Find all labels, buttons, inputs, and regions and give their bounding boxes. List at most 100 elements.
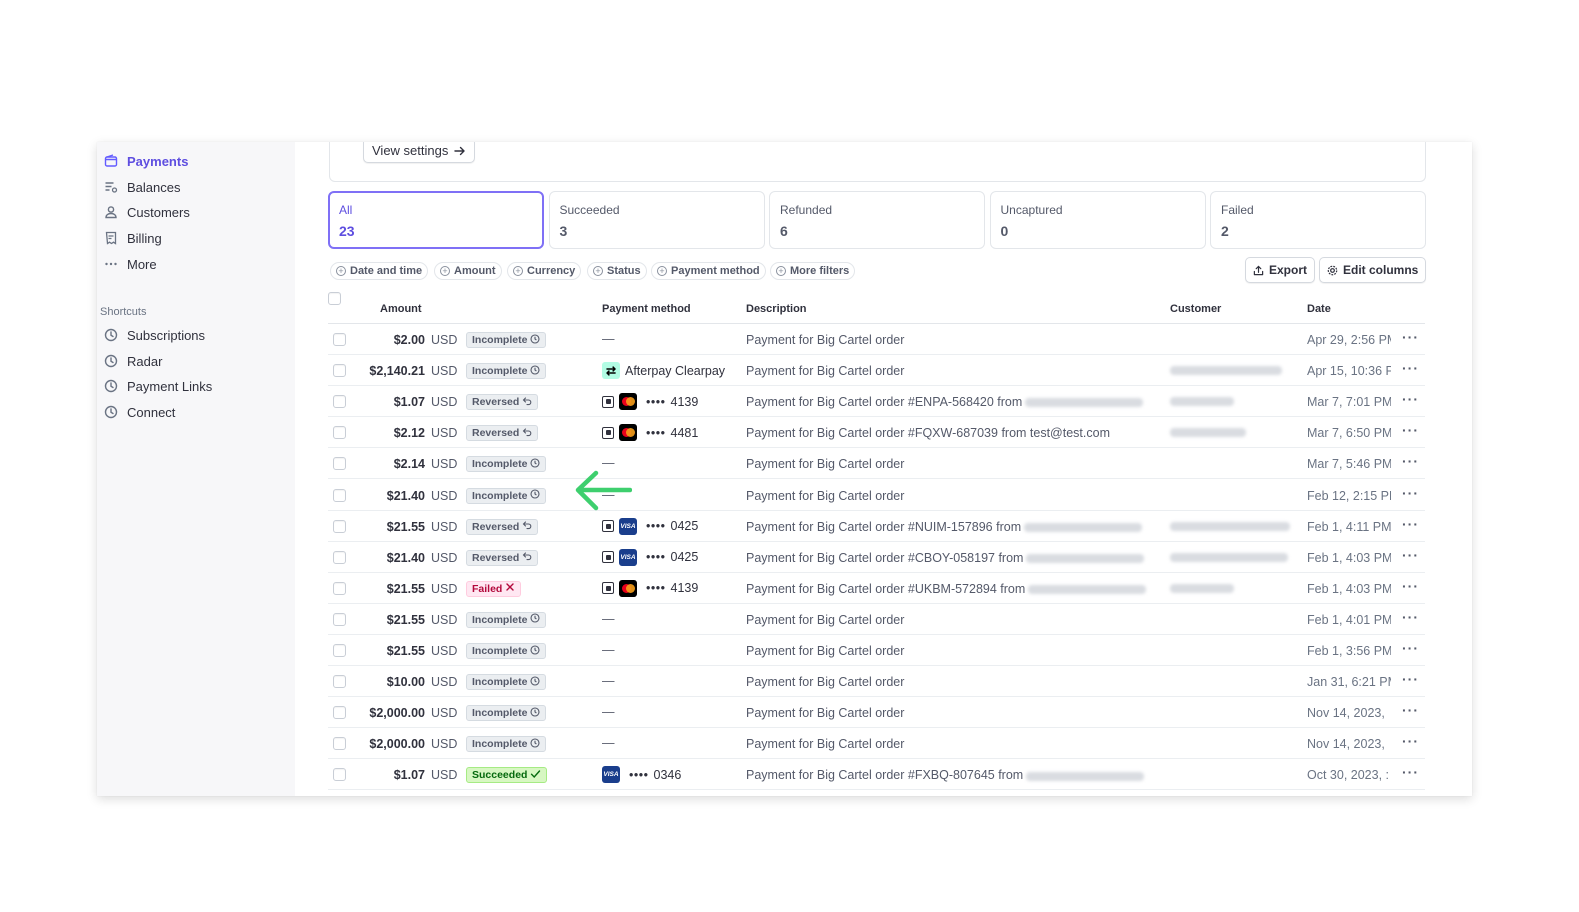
row-checkbox[interactable] [333, 581, 346, 595]
description-text: Payment for Big Cartel order #FXBQ-80764… [746, 768, 1024, 783]
filter-date-and-time[interactable]: + Date and time [330, 262, 429, 280]
shortcut-subscriptions[interactable]: Subscriptions [103, 324, 205, 346]
row-checkbox[interactable] [333, 768, 346, 782]
table-row[interactable]: $21.40 USD Reversed VISA •••• 0425 Payment for… [328, 542, 1425, 573]
table-row[interactable]: $1.07 USD Reversed •••• 4139 Payment for Big … [328, 386, 1425, 418]
status-tab-uncaptured[interactable]: Uncaptured 0 [989, 191, 1206, 249]
row-checkbox[interactable] [333, 644, 346, 657]
filter-currency[interactable]: + Currency [507, 262, 582, 280]
sidebar-item-customers[interactable]: Customers [103, 201, 190, 223]
row-actions-icon[interactable]: ··· [1402, 547, 1419, 563]
redacted-customer[interactable] [1170, 366, 1282, 376]
row-checkbox[interactable] [333, 426, 346, 440]
redacted-customer[interactable] [1170, 397, 1234, 407]
table-row[interactable]: $2.12 USD Reversed •••• 4481 Payment for Big … [328, 417, 1425, 449]
shortcut-payment-links[interactable]: Payment Links [103, 375, 212, 397]
row-actions-icon[interactable]: ··· [1402, 609, 1419, 625]
description-text: Payment for Big Cartel order #UKBM-57289… [746, 581, 1026, 596]
row-checkbox[interactable] [333, 519, 346, 533]
amount: $2.00 [393, 333, 425, 347]
redacted-customer[interactable] [1170, 428, 1246, 438]
export-button[interactable]: Export [1245, 257, 1316, 283]
sidebar-item-balances[interactable]: Balances [103, 176, 180, 198]
view-settings-button[interactable]: View settings [363, 142, 476, 163]
filter-amount[interactable]: + Amount [434, 262, 502, 280]
table-row[interactable]: $2.14 USD Incomplete — Payment for Big Carte… [328, 448, 1425, 480]
status-tab-succeeded[interactable]: Succeeded 3 [548, 191, 765, 249]
row-actions-icon[interactable]: ··· [1402, 578, 1419, 594]
row-checkbox[interactable] [333, 550, 346, 564]
row-checkbox[interactable] [333, 333, 346, 346]
sidebar-item-more[interactable]: More [103, 253, 157, 275]
column-description[interactable]: Description [746, 303, 807, 315]
row-actions-icon[interactable]: ··· [1402, 360, 1419, 376]
table-row[interactable]: $21.55 USD Incomplete — Payment for Big Cart… [328, 604, 1425, 635]
table-row[interactable]: $2,000.00 USD Incomplete — Payment for Big C… [328, 728, 1425, 760]
column-payment-method[interactable]: Payment method [602, 303, 691, 315]
sidebar-item-payments[interactable]: Payments [103, 150, 188, 172]
table-row[interactable]: $21.55 USD Failed •••• 4139 Payment for Big C… [328, 573, 1425, 604]
redacted-customer[interactable] [1170, 521, 1290, 531]
filter-status[interactable]: + Status [587, 262, 647, 280]
filter-more-filters[interactable]: + More filters [770, 262, 856, 280]
filter-payment-method[interactable]: + Payment method [651, 262, 766, 280]
table-row[interactable]: $21.55 USD Incomplete — Payment for Big Cart… [328, 635, 1425, 666]
select-all-checkbox[interactable] [328, 292, 341, 305]
description-text: Payment for Big Cartel order [746, 737, 905, 752]
row-actions-icon[interactable]: ··· [1402, 453, 1419, 469]
column-date[interactable]: Date [1307, 303, 1331, 315]
status-tab-all[interactable]: All 23 [328, 191, 544, 249]
status-badge: Incomplete [466, 674, 547, 691]
column-customer[interactable]: Customer [1170, 303, 1221, 315]
description: Payment for Big Cartel order #UKBM-57289… [746, 581, 1147, 596]
row-checkbox[interactable] [333, 395, 346, 409]
table-row[interactable]: $10.00 USD Incomplete — Payment for Big Cart… [328, 666, 1425, 698]
export-label: Export [1269, 263, 1308, 277]
shortcut-connect[interactable]: Connect [103, 401, 175, 423]
card-last4: 4139 [670, 394, 699, 409]
payments-table: Amount Payment method Description Custom… [328, 292, 1425, 796]
column-amount[interactable]: Amount [380, 303, 422, 315]
row-actions-icon[interactable]: ··· [1402, 422, 1419, 438]
card-last4: 0425 [670, 550, 699, 565]
row-actions-icon[interactable]: ··· [1402, 764, 1419, 780]
row-actions-icon[interactable]: ··· [1402, 733, 1419, 749]
no-payment-method: — [602, 456, 615, 471]
status-tab-refunded[interactable]: Refunded 6 [769, 191, 985, 249]
status-label: Reversed [472, 396, 520, 409]
table-row[interactable]: $21.55 USD Reversed VISA •••• 0425 Payment for… [328, 511, 1425, 542]
description-text: Payment for Big Cartel order [746, 457, 905, 472]
row-actions-icon[interactable]: ··· [1402, 391, 1419, 407]
row-actions-icon[interactable]: ··· [1402, 671, 1419, 687]
amount: $21.40 [386, 550, 425, 565]
status-tab-failed[interactable]: Failed 2 [1210, 191, 1426, 249]
table-row[interactable]: $2.00 USD Incomplete — Payment for Big Carte… [328, 324, 1425, 355]
table-row[interactable]: $1.07 USD Succeeded VISA •••• 0346 Payment for… [328, 759, 1425, 791]
row-checkbox[interactable] [333, 612, 346, 626]
sidebar-item-billing[interactable]: Billing [103, 227, 162, 249]
card-mask: •••• [646, 519, 666, 534]
table-row[interactable]: $2,140.21 USD Incomplete ⇄ Afterpay Clearpay… [328, 355, 1425, 387]
row-actions-icon[interactable]: ··· [1402, 516, 1419, 532]
row-checkbox[interactable] [333, 737, 346, 751]
row-actions-icon[interactable]: ··· [1402, 485, 1419, 501]
redacted-customer[interactable] [1170, 583, 1234, 593]
row-checkbox[interactable] [333, 675, 346, 689]
table-row[interactable]: $21.40 USD Incomplete — Payment for Big Cart… [328, 480, 1425, 511]
row-checkbox[interactable] [333, 706, 346, 720]
row-actions-icon[interactable]: ··· [1402, 702, 1419, 718]
redacted-email [1024, 522, 1143, 532]
row-checkbox[interactable] [333, 488, 346, 502]
description: Payment for Big Cartel order [746, 706, 904, 720]
shortcut-radar[interactable]: Radar [103, 350, 162, 372]
description-text: Payment for Big Cartel order #ENPA-56842… [746, 395, 1023, 410]
row-actions-icon[interactable]: ··· [1402, 329, 1419, 345]
row-actions-icon[interactable]: ··· [1402, 640, 1419, 656]
description-text: Payment for Big Cartel order [746, 706, 905, 721]
redacted-customer[interactable] [1170, 552, 1288, 562]
row-checkbox[interactable] [333, 457, 346, 471]
table-row[interactable]: $2,000.00 USD Incomplete — Payment for Big C… [328, 697, 1425, 729]
edit-columns-button[interactable]: Edit columns [1319, 257, 1427, 283]
row-checkbox[interactable] [333, 364, 346, 378]
payment-method: VISA •••• 0425 [602, 517, 698, 535]
